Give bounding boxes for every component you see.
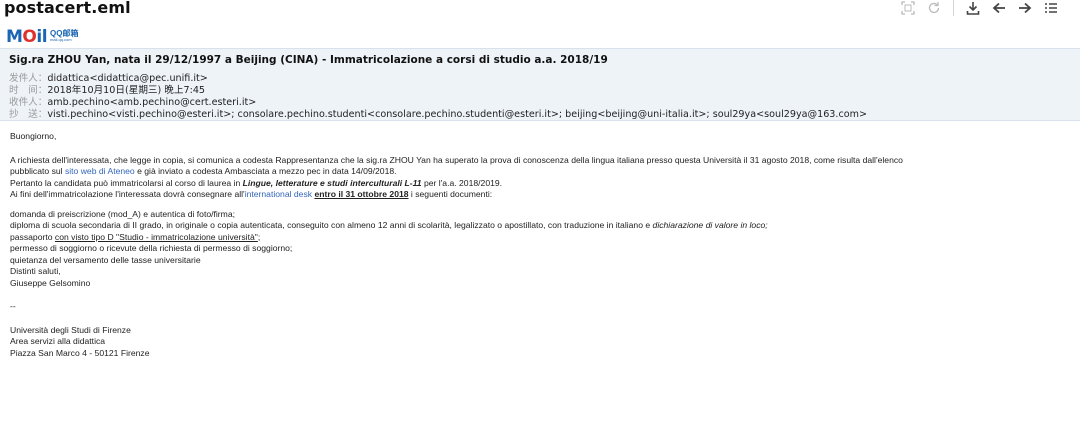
signer-name: Giuseppe Gelsomino: [10, 277, 91, 288]
refresh-icon[interactable]: [921, 0, 947, 16]
document-item: passaporto con visto tipo D "Studio - im…: [10, 231, 261, 242]
cc-row: 抄 送：visti.pechino<visti.pechino@esteri.i…: [9, 106, 867, 120]
download-icon[interactable]: [960, 0, 986, 16]
title-bar: postacert.eml: [0, 0, 1080, 22]
back-arrow-icon[interactable]: [986, 0, 1012, 16]
toolbar: [895, 0, 1064, 16]
cc-label: 抄 送：: [9, 109, 48, 120]
paragraph-1b: pubblicato sul sito web di Ateneo e già …: [10, 166, 397, 176]
document-item: diploma di scuola secondaria di II grado…: [10, 220, 768, 230]
forward-arrow-icon[interactable]: [1012, 0, 1038, 16]
greeting: Buongiorno,: [10, 131, 57, 141]
mail-logo: MOil QQ邮箱 mail.qq.com: [6, 28, 78, 46]
signature-separator: --: [10, 301, 16, 311]
ateneo-link[interactable]: sito web di Ateneo: [65, 166, 135, 176]
cc-value[interactable]: visti.pechino<visti.pechino@esteri.it>; …: [47, 109, 867, 120]
email-body: Buongiorno, A richiesta dell'interessata…: [10, 131, 1070, 359]
logo-subtext: QQ邮箱 mail.qq.com: [50, 29, 79, 43]
paragraph-1a: A richiesta dell'interessata, che legge …: [10, 154, 903, 165]
international-desk-link[interactable]: international desk: [245, 189, 312, 199]
toolbar-divider: [953, 0, 954, 16]
email-subject: Sig.ra ZHOU Yan, nata il 29/12/1997 a Be…: [9, 54, 608, 66]
document-item: permesso di soggiorno o ricevute della r…: [10, 243, 293, 253]
closing: Distinti saluti,: [10, 266, 61, 276]
signature-line: Area servizi alla didattica: [10, 336, 106, 346]
document-item: quietanza del versamento delle tasse uni…: [10, 254, 201, 265]
fullscreen-icon[interactable]: [895, 0, 921, 16]
logo-text: MOil: [6, 27, 48, 47]
visa-link[interactable]: con visto tipo D "Studio - immatricolazi…: [55, 232, 258, 242]
document-item: domanda di preiscrizione (mod_A) e auten…: [10, 208, 235, 219]
signature-line: Piazza San Marco 4 - 50121 Firenze: [10, 347, 150, 358]
paragraph-2: Pertanto la candidata può immatricolarsi…: [10, 177, 503, 188]
file-title: postacert.eml: [4, 0, 131, 17]
paragraph-3: Ai fini dell'immatricolazione l'interess…: [10, 189, 493, 199]
signature-line: Università degli Studi di Firenze: [10, 324, 131, 335]
menu-icon[interactable]: [1038, 0, 1064, 16]
